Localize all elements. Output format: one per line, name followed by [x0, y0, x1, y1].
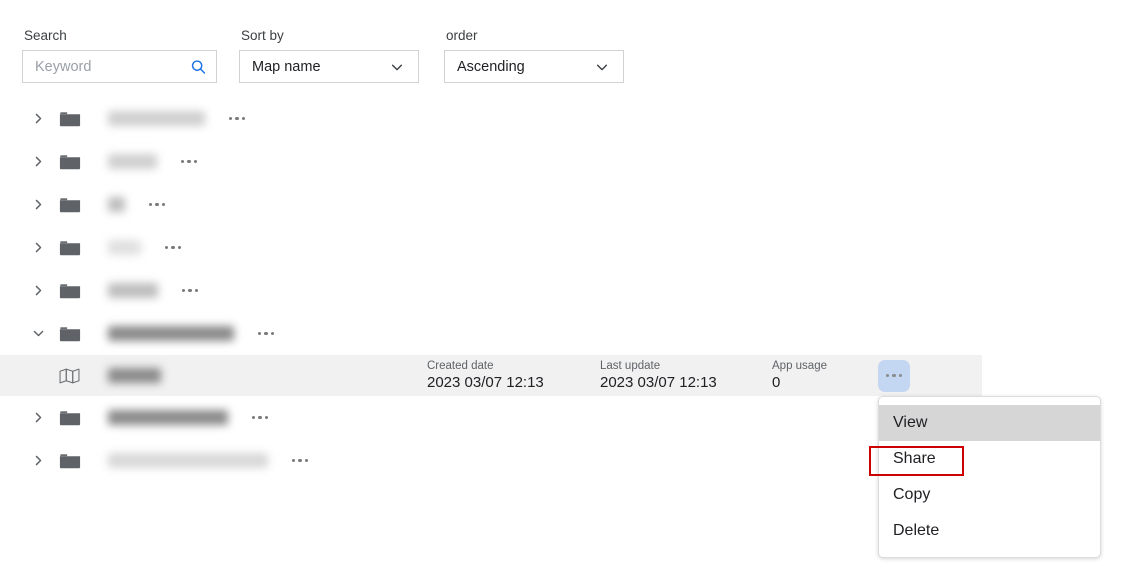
last-update-label: Last update — [600, 359, 661, 372]
folder-row[interactable] — [0, 312, 1125, 355]
overflow-dots-icon[interactable] — [223, 109, 251, 129]
folder-name-redacted — [108, 197, 125, 212]
folder-name-redacted — [108, 240, 141, 255]
search-input-wrapper[interactable] — [22, 50, 217, 83]
folder-name-redacted — [108, 326, 234, 341]
order-select[interactable]: Ascending — [444, 50, 624, 83]
chevron-right-icon[interactable] — [27, 407, 49, 429]
chevron-right-icon[interactable] — [27, 280, 49, 302]
sort-by-select[interactable]: Map name — [239, 50, 419, 83]
chevron-down-icon[interactable] — [390, 60, 404, 74]
app-usage-label: App usage — [772, 359, 827, 372]
chevron-right-icon[interactable] — [27, 151, 49, 173]
folder-row[interactable] — [0, 140, 1125, 183]
created-date-value: 2023 03/07 12:13 — [427, 373, 544, 391]
search-field-group: Search — [22, 28, 217, 83]
chevron-right-icon[interactable] — [27, 194, 49, 216]
app-usage-value: 0 — [772, 373, 781, 391]
overflow-dots-icon[interactable] — [878, 359, 910, 392]
folder-icon — [59, 108, 81, 130]
overflow-dots-icon[interactable] — [286, 451, 314, 471]
folder-icon — [59, 323, 81, 345]
chevron-down-icon[interactable] — [27, 323, 49, 345]
search-icon[interactable] — [190, 58, 207, 75]
overflow-dots-icon[interactable] — [252, 324, 280, 344]
search-label: Search — [24, 28, 67, 43]
folder-row[interactable] — [0, 97, 1125, 140]
chevron-down-icon[interactable] — [595, 60, 609, 74]
order-label: order — [446, 28, 478, 43]
search-input[interactable] — [23, 51, 216, 82]
folder-icon — [59, 194, 81, 216]
overflow-dots-icon[interactable] — [175, 152, 203, 172]
sort-by-field-group: Sort by Map name — [239, 28, 419, 83]
context-menu-item-view[interactable]: View — [879, 405, 1100, 441]
overflow-dots-icon[interactable] — [159, 238, 187, 258]
folder-name-redacted — [108, 283, 158, 298]
folder-icon — [59, 237, 81, 259]
order-field-group: order Ascending — [444, 28, 624, 83]
map-icon — [59, 365, 81, 387]
folder-name-redacted — [108, 453, 268, 468]
folder-row[interactable] — [0, 183, 1125, 226]
context-menu-item-copy[interactable]: Copy — [879, 477, 1100, 513]
context-menu-item-share[interactable]: Share — [879, 441, 1100, 477]
created-date-label: Created date — [427, 359, 494, 372]
folder-icon — [59, 151, 81, 173]
chevron-right-icon[interactable] — [27, 450, 49, 472]
sort-by-value: Map name — [252, 58, 321, 75]
row-context-menu[interactable]: View Share Copy Delete — [878, 396, 1101, 558]
order-value: Ascending — [457, 58, 525, 75]
folder-name-redacted — [108, 154, 157, 169]
filter-toolbar: Search Sort by Map name order Ascendi — [22, 28, 624, 83]
chevron-right-icon[interactable] — [27, 108, 49, 130]
last-update-value: 2023 03/07 12:13 — [600, 373, 717, 391]
app-usage-column: App usage 0 — [772, 359, 827, 393]
map-name-redacted — [108, 368, 161, 383]
folder-name-redacted — [108, 410, 228, 425]
folder-icon — [59, 280, 81, 302]
sort-by-label: Sort by — [241, 28, 284, 43]
overflow-dots-icon[interactable] — [143, 195, 171, 215]
folder-icon — [59, 407, 81, 429]
context-menu-item-delete[interactable]: Delete — [879, 513, 1100, 549]
last-update-column: Last update 2023 03/07 12:13 — [600, 359, 717, 393]
map-row[interactable]: Created date 2023 03/07 12:13 Last update 2… — [0, 355, 982, 396]
created-date-column: Created date 2023 03/07 12:13 — [427, 359, 544, 393]
overflow-dots-icon[interactable] — [246, 408, 274, 428]
folder-row[interactable] — [0, 226, 1125, 269]
folder-icon — [59, 450, 81, 472]
overflow-dots-icon[interactable] — [176, 281, 204, 301]
folder-name-redacted — [108, 111, 205, 126]
folder-row[interactable] — [0, 269, 1125, 312]
chevron-right-icon[interactable] — [27, 237, 49, 259]
